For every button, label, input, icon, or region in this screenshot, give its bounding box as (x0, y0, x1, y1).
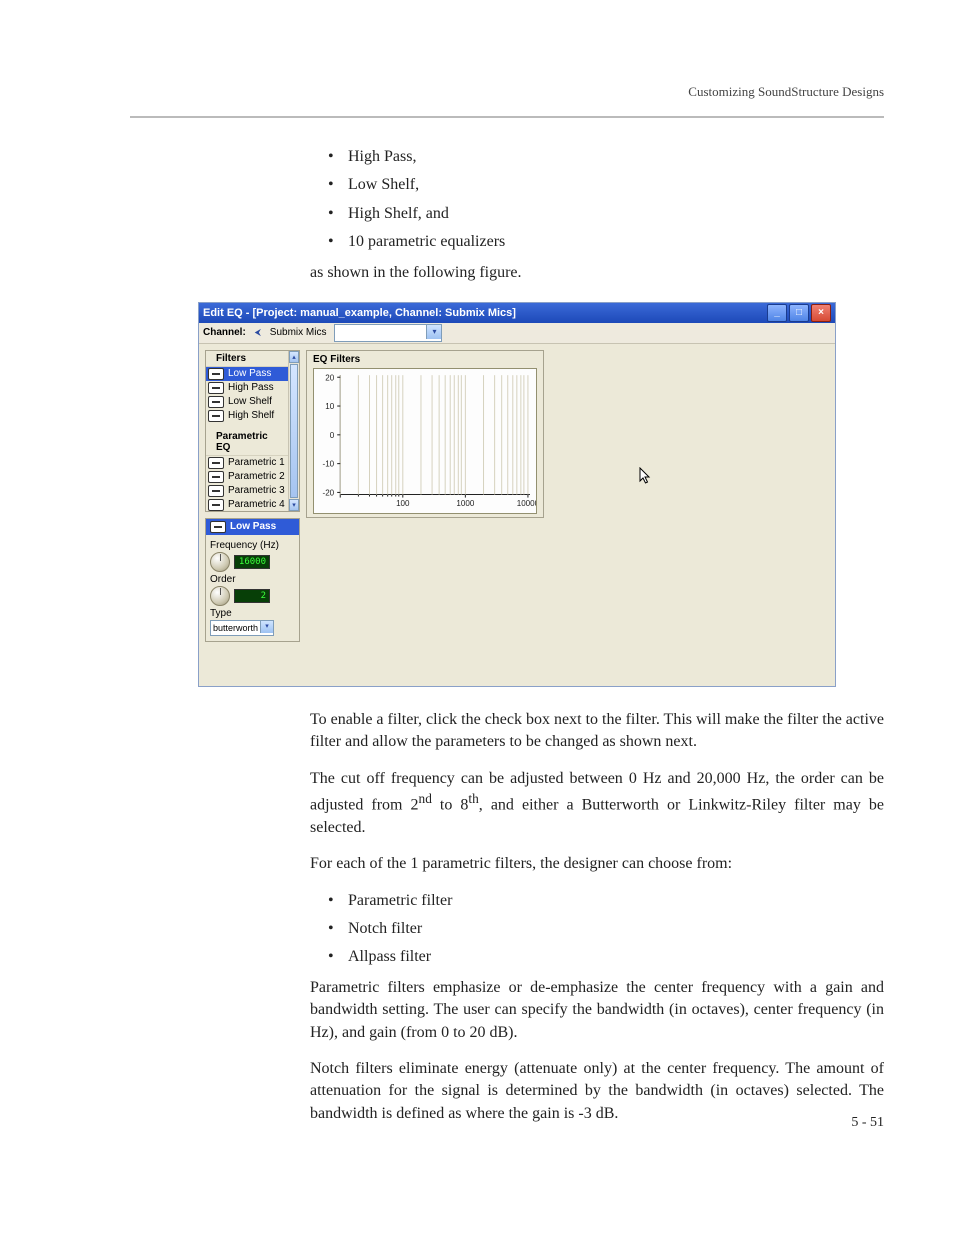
list-item: Low Shelf, (328, 174, 884, 196)
filter-label: Parametric 1 (228, 457, 285, 468)
svg-text:1000: 1000 (456, 499, 474, 508)
eq-graph[interactable]: 20 10 0 -10 -20 (313, 368, 537, 514)
bypass-toggle[interactable] (208, 410, 224, 422)
channel-select[interactable]: ▾ (334, 324, 442, 342)
bypass-toggle[interactable] (208, 471, 224, 483)
svg-text:0: 0 (330, 431, 335, 440)
channel-name: Submix Mics (270, 327, 327, 338)
bullet-list-param: Parametric filter Notch filter Allpass f… (310, 890, 884, 969)
filter-item-lowpass[interactable]: Low Pass (206, 367, 288, 381)
parametric-item[interactable]: Parametric 2 (206, 470, 288, 484)
close-button[interactable]: × (811, 304, 831, 322)
bypass-toggle[interactable] (208, 382, 224, 394)
paragraph: Parametric filters emphasize or de-empha… (310, 977, 884, 1044)
filter-label: Parametric 2 (228, 471, 285, 482)
filters-panel: Filters Low Pass High Pass Low Shelf (205, 350, 300, 512)
filter-label: Parametric 4 (228, 499, 285, 510)
paragraph: To enable a filter, click the check box … (310, 709, 884, 754)
filter-label: Low Pass (228, 368, 271, 379)
detail-title: Low Pass (206, 519, 299, 535)
graph-title: EQ Filters (307, 351, 543, 366)
maximize-button[interactable]: □ (789, 304, 809, 322)
list-item: High Pass, (328, 146, 884, 168)
filter-detail-panel: Low Pass Frequency (Hz) 16000 Order 2 (205, 518, 300, 642)
filter-label: Parametric 3 (228, 485, 285, 496)
order-knob[interactable] (210, 586, 230, 606)
svg-text:100: 100 (396, 499, 410, 508)
svg-text:-10: -10 (323, 460, 335, 469)
chevron-down-icon: ▾ (426, 325, 441, 339)
channel-prev-icon[interactable]: ⮜ (252, 327, 264, 339)
chevron-down-icon: ▾ (260, 621, 273, 633)
bypass-toggle[interactable] (208, 368, 224, 380)
parametric-header: Parametric EQ (206, 429, 288, 456)
parametric-item[interactable]: Parametric 3 (206, 484, 288, 498)
bypass-toggle[interactable] (208, 396, 224, 408)
channel-label: Channel: (203, 327, 246, 338)
parametric-item[interactable]: Parametric 4 (206, 498, 288, 511)
order-value[interactable]: 2 (234, 589, 270, 603)
list-item: Notch filter (328, 918, 884, 940)
type-label: Type (210, 608, 295, 619)
channel-bar: Channel: ⮜ Submix Mics ▾ (199, 323, 835, 344)
paragraph: The cut off frequency can be adjusted be… (310, 768, 884, 840)
scroll-thumb[interactable] (290, 364, 298, 498)
filter-item-highshelf[interactable]: High Shelf (206, 409, 288, 423)
list-item: Parametric filter (328, 890, 884, 912)
list-item: High Shelf, and (328, 203, 884, 225)
paragraph: Notch filters eliminate energy (attenuat… (310, 1058, 884, 1125)
filter-label: High Shelf (228, 410, 274, 421)
filters-header: Filters (206, 351, 288, 367)
filter-item-highpass[interactable]: High Pass (206, 381, 288, 395)
titlebar[interactable]: Edit EQ - [Project: manual_example, Chan… (199, 303, 835, 323)
page-number: 5 - 51 (851, 1115, 884, 1131)
list-item: Allpass filter (328, 946, 884, 968)
scrollbar[interactable]: ▴ ▾ (288, 351, 299, 511)
bypass-toggle[interactable] (210, 521, 226, 533)
chapter-title: Customizing SoundStructure Designs (688, 84, 884, 100)
window-title: Edit EQ - [Project: manual_example, Chan… (203, 307, 767, 319)
filter-item-lowshelf[interactable]: Low Shelf (206, 395, 288, 409)
order-label: Order (210, 574, 295, 585)
svg-text:20: 20 (325, 373, 334, 382)
minimize-button[interactable]: _ (767, 304, 787, 322)
scroll-up-icon[interactable]: ▴ (289, 351, 299, 363)
filter-label: High Pass (228, 382, 274, 393)
frequency-label: Frequency (Hz) (210, 540, 295, 551)
svg-text:10: 10 (325, 402, 334, 411)
svg-text:10000: 10000 (517, 499, 536, 508)
bypass-toggle[interactable] (208, 485, 224, 497)
frequency-value[interactable]: 16000 (234, 555, 270, 569)
type-select[interactable]: butterworth ▾ (210, 620, 274, 636)
header-rule (130, 116, 884, 118)
parametric-item[interactable]: Parametric 1 (206, 456, 288, 470)
cursor-icon (639, 467, 653, 488)
svg-text:-20: -20 (323, 488, 335, 497)
bypass-toggle[interactable] (208, 499, 224, 511)
filter-label: Low Shelf (228, 396, 272, 407)
bullet-list-top: High Pass, Low Shelf, High Shelf, and 10… (310, 146, 884, 254)
paragraph: For each of the 1 parametric filters, th… (310, 853, 884, 875)
eq-graph-panel: EQ Filters (306, 350, 544, 518)
paragraph: as shown in the following figure. (310, 262, 884, 284)
edit-eq-window: Edit EQ - [Project: manual_example, Chan… (198, 302, 836, 687)
list-item: 10 parametric equalizers (328, 231, 884, 253)
frequency-knob[interactable] (210, 552, 230, 572)
bypass-toggle[interactable] (208, 457, 224, 469)
scroll-down-icon[interactable]: ▾ (289, 499, 299, 511)
